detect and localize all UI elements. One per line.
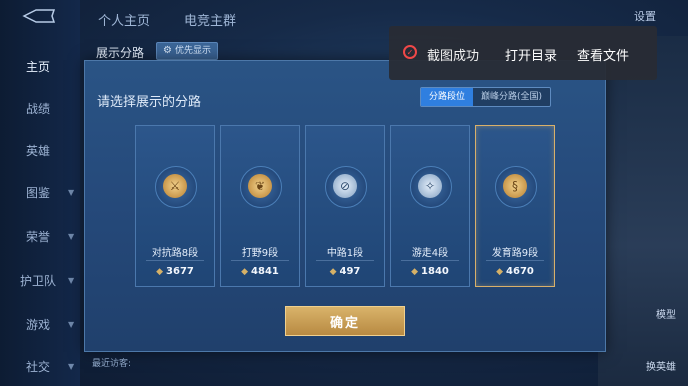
score-value: 3677 [166,266,194,277]
lane-label: 打野9段 [241,248,279,259]
lane-card-selected[interactable]: § 发育路9段 ◆ 4670 [475,125,555,287]
mid-lane-icon: ⊘ [333,174,357,198]
screenshot-toast: ✓ 截图成功 打开目录 查看文件 [389,26,657,80]
score-icon: ◆ [241,267,249,277]
divider [231,260,289,261]
gear-icon: ⚙ [163,45,172,56]
lane-score: ◆ 4670 [476,266,554,277]
settings-button[interactable]: 设置 [634,8,656,24]
roam-icon: ✧ [418,174,442,198]
toggle-lane-rank[interactable]: 分路段位 [420,88,473,106]
lane-card[interactable]: ⊘ 中路1段 ◆ 497 [305,125,385,287]
sidebar-item-honor[interactable]: 荣誉 [26,228,50,245]
sidebar-item-guard[interactable]: 护卫队 [20,272,56,289]
lane-label: 游走4段 [411,248,449,259]
score-icon: ◆ [411,267,419,277]
divider [316,260,374,261]
sidebar-item-home[interactable]: 主页 [26,58,50,75]
lane-score: ◆ 1840 [391,266,469,277]
top-lane-icon: ⚔ [163,174,187,198]
sidebar-item-collection[interactable]: 图鉴 [26,184,50,201]
divider [486,260,544,261]
tab-esports[interactable]: 电竞主群 [184,10,236,29]
bot-lane-icon: § [503,174,527,198]
score-value: 4841 [251,266,279,277]
chevron-down-icon: ▼ [68,232,75,241]
character-backdrop [598,36,688,386]
lane-card[interactable]: ⚔ 对抗路8段 ◆ 3677 [135,125,215,287]
score-icon: ◆ [156,267,164,277]
toggle-peak-lane[interactable]: 巅峰分路(全国) [472,88,550,106]
priority-label: 优先显示 [174,46,211,56]
model-button[interactable]: 模型 [656,306,676,321]
view-file-button[interactable]: 查看文件 [577,45,629,64]
lane-select-panel: 请选择展示的分路 分路段位 巅峰分路(全国) ⚔ 对抗路8段 ◆ 3677 ❦ 打… [84,60,606,352]
sidebar-item-record[interactable]: 战绩 [26,100,50,117]
sidebar-item-social[interactable]: 社交 [26,358,50,375]
lane-score: ◆ 3677 [136,266,214,277]
left-sidebar: 主页 战绩 英雄 图鉴 ▼ 荣誉 ▼ 护卫队 ▼ 游戏 ▼ 社交 ▼ [0,0,80,386]
change-hero-button[interactable]: 换英雄 [646,358,676,373]
divider [146,260,204,261]
back-logo-icon[interactable] [22,8,56,24]
lane-label: 对抗路8段 [151,248,199,259]
lane-label: 发育路9段 [491,248,539,259]
check-circle-icon: ✓ [403,45,417,59]
lane-label: 中路1段 [326,248,364,259]
score-value: 497 [339,266,361,277]
lane-card[interactable]: ✧ 游走4段 ◆ 1840 [390,125,470,287]
lane-score: ◆ 4841 [221,266,299,277]
toast-message: 截图成功 [427,49,480,64]
mode-toggle[interactable]: 分路段位 巅峰分路(全国) [419,87,551,107]
chevron-down-icon: ▼ [68,276,75,285]
sidebar-item-games[interactable]: 游戏 [26,316,50,333]
priority-button[interactable]: ⚙ 优先显示 [156,42,218,60]
score-value: 1840 [421,266,449,277]
recent-visitors-label: 最近访客: [92,359,132,369]
divider [401,260,459,261]
chevron-down-icon: ▼ [68,362,75,371]
open-directory-button[interactable]: 打开目录 [505,45,557,64]
jungle-icon: ❦ [248,174,272,198]
lane-score: ◆ 497 [306,266,384,277]
score-icon: ◆ [496,267,504,277]
sidebar-item-heroes[interactable]: 英雄 [26,142,50,159]
chevron-down-icon: ▼ [68,320,75,329]
score-icon: ◆ [329,267,337,277]
panel-prompt: 请选择展示的分路 [97,95,202,110]
chevron-down-icon: ▼ [68,188,75,197]
confirm-button[interactable]: 确定 [285,306,405,336]
lane-card[interactable]: ❦ 打野9段 ◆ 4841 [220,125,300,287]
tab-profile[interactable]: 个人主页 [98,10,150,29]
score-value: 4670 [506,266,534,277]
panel-title: 展示分路 [96,46,145,60]
